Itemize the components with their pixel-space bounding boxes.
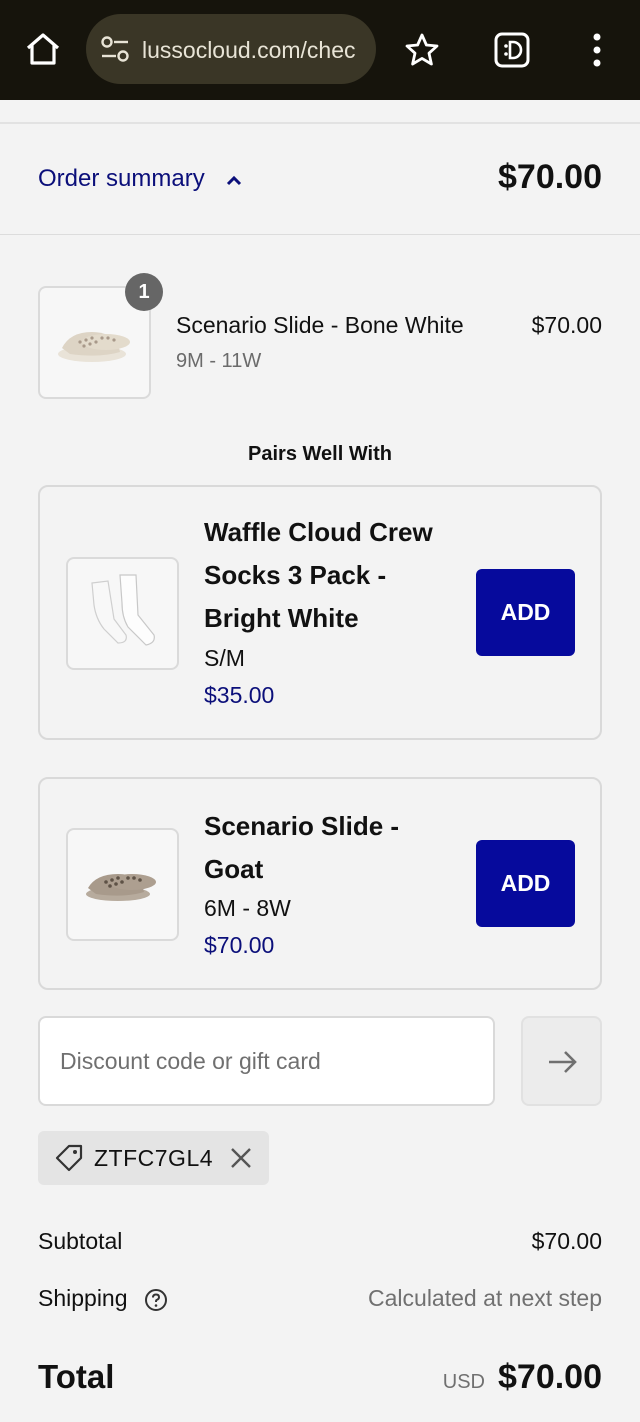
upsell-title: Scenario Slide - Goat — [204, 805, 474, 891]
upsell-card: Waffle Cloud Crew Socks 3 Pack - Bright … — [38, 485, 602, 740]
remove-discount-icon[interactable] — [228, 1145, 254, 1171]
help-icon[interactable] — [144, 1288, 168, 1312]
subtotal-label: Subtotal — [38, 1228, 123, 1254]
cart-item-variant: 9M - 11W — [176, 350, 262, 372]
upsell-title-line: Waffle Cloud Crew — [204, 517, 433, 547]
add-socks-button[interactable]: ADD — [476, 569, 575, 656]
add-slide-goat-button[interactable]: ADD — [476, 840, 575, 927]
chevron-up-icon — [227, 175, 242, 185]
cart-item-price: $70.00 — [531, 312, 602, 338]
address-bar[interactable]: lussocloud.com/chec — [86, 14, 376, 84]
site-settings-icon[interactable] — [100, 36, 130, 62]
slide-sandal-image — [86, 874, 156, 901]
shipping-label: Shipping — [38, 1285, 128, 1311]
url-text[interactable]: lussocloud.com/chec — [142, 35, 370, 65]
shipping-value: Calculated at next step — [368, 1285, 602, 1311]
upsell-price: $35.00 — [204, 682, 275, 708]
quantity-badge: 1 — [125, 273, 163, 311]
product-image-crew-socks — [66, 557, 179, 670]
order-summary-toggle[interactable]: Order summary — [38, 162, 243, 196]
total-label: Total — [38, 1358, 115, 1395]
order-summary-total: $70.00 — [498, 158, 602, 196]
upsell-variant: S/M — [204, 645, 245, 671]
page-top-divider — [0, 100, 640, 124]
tag-icon — [55, 1144, 83, 1172]
upsell-title-line: Socks 3 Pack - — [204, 560, 387, 590]
upsell-price: $70.00 — [204, 932, 275, 958]
product-image-scenario-slide-goat — [66, 828, 179, 941]
pairs-well-with-heading: Pairs Well With — [248, 443, 392, 465]
socks-image — [91, 574, 155, 646]
order-summary-header: Order summary $70.00 — [0, 124, 640, 235]
discount-code: ZTFC7GL4 — [94, 1145, 214, 1171]
shipping-row-label: Shipping — [38, 1283, 168, 1313]
order-summary-label: Order summary — [38, 165, 205, 192]
browser-toolbar: lussocloud.com/chec — [0, 0, 640, 100]
upsell-title-line: Bright White — [204, 603, 359, 633]
upsell-title: Waffle Cloud Crew Socks 3 Pack - Bright … — [204, 511, 474, 640]
applied-discount-chip: ZTFC7GL4 — [38, 1131, 269, 1185]
home-icon[interactable] — [24, 30, 62, 68]
upsell-title-line: Scenario Slide - — [204, 811, 400, 841]
bookmark-star-icon[interactable] — [404, 32, 440, 68]
discount-code-input[interactable]: Discount code or gift card — [38, 1016, 495, 1106]
upsell-variant: 6M - 8W — [204, 895, 291, 921]
more-menu-icon[interactable] — [584, 30, 610, 70]
cart-line-item: 1 Scenario Slide - Bone White 9M - 11W $… — [38, 273, 602, 400]
total-currency: USD — [442, 1371, 485, 1393]
cart-item-name: Scenario Slide - Bone White — [176, 312, 464, 338]
subtotal-value: $70.00 — [531, 1228, 602, 1254]
apply-discount-button[interactable] — [521, 1016, 602, 1106]
tab-switcher-icon[interactable] — [494, 32, 530, 68]
total-value: $70.00 — [498, 1358, 602, 1396]
upsell-card: Scenario Slide - Goat 6M - 8W $70.00 ADD — [38, 777, 602, 990]
arrow-right-icon — [549, 1051, 577, 1073]
upsell-title-line: Goat — [204, 854, 264, 884]
